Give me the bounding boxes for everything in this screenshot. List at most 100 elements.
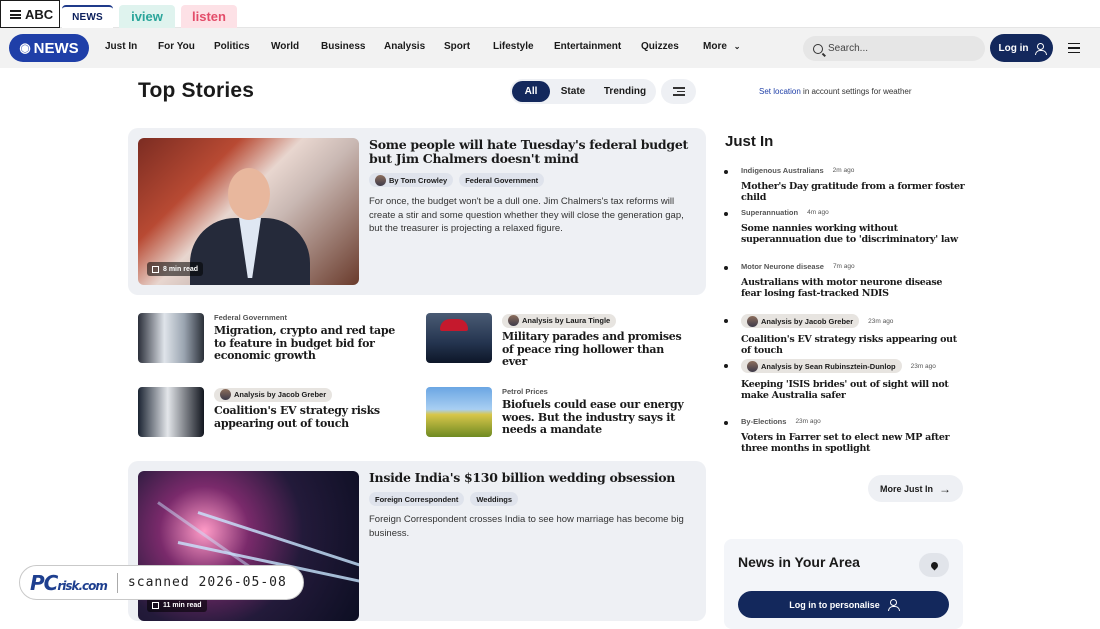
author-avatar <box>747 315 758 327</box>
lead-story-card[interactable]: 8 min read Some people will hate Tuesday… <box>128 128 706 295</box>
nav-item-politics[interactable]: Politics <box>214 41 250 52</box>
story-card[interactable]: Analysis by Laura Tingle Military parade… <box>426 313 696 373</box>
search-icon <box>813 43 823 54</box>
chevron-down-icon: ⌄ <box>733 42 741 51</box>
read-time-text: 8 min read <box>163 265 199 273</box>
person-illustration <box>190 168 310 285</box>
read-time-badge: 8 min read <box>147 262 204 276</box>
set-location-link[interactable]: Set location <box>759 87 801 96</box>
sliders-icon <box>672 87 685 96</box>
search-input[interactable]: Search... <box>803 36 985 61</box>
just-in-headline[interactable]: Some nannies working without superannuat… <box>741 223 965 245</box>
lead-story-title[interactable]: Some people will hate Tuesday's federal … <box>369 138 689 166</box>
story-title[interactable]: Migration, crypto and red tape to featur… <box>214 324 404 363</box>
just-in-time: 23m ago <box>868 317 894 325</box>
nav-item-for-you[interactable]: For You <box>158 41 195 52</box>
story-topic[interactable]: Federal Government <box>214 313 404 322</box>
analysis-pill[interactable]: Analysis by Jacob Greber <box>741 314 860 328</box>
just-in-topic[interactable]: Indigenous Australians <box>741 166 824 175</box>
hamburger-menu-icon[interactable] <box>1068 43 1080 53</box>
just-in-headline[interactable]: Mother's Day gratitude from a former fos… <box>741 181 965 203</box>
filter-state[interactable]: State <box>554 81 592 102</box>
filter-settings-button[interactable] <box>661 79 696 104</box>
nav-item-quizzes[interactable]: Quizzes <box>641 41 679 52</box>
story-title[interactable]: Coalition's EV strategy risks appearing … <box>214 404 404 430</box>
more-just-in-button[interactable]: More Just In → <box>868 475 963 502</box>
just-in-topic[interactable]: By-Elections <box>741 417 786 426</box>
nav-item-world[interactable]: World <box>271 41 299 52</box>
topic-pill[interactable]: Federal Government <box>459 173 545 187</box>
abc-wave-icon: ◉ <box>19 40 31 55</box>
abc-network-bar: ABC NEWS iview listen <box>0 0 1100 28</box>
feature-story-tags: Foreign Correspondent Weddings <box>369 492 519 506</box>
just-in-headline[interactable]: Coalition's EV strategy risks appearing … <box>741 334 965 356</box>
bullet <box>724 170 728 174</box>
story-filter-tabs: All State Trending <box>510 79 656 104</box>
story-card[interactable]: Federal Government Migration, crypto and… <box>138 313 408 373</box>
just-in-headline[interactable]: Australians with motor neurone disease f… <box>741 277 965 299</box>
analysis-pill[interactable]: Analysis by Jacob Greber <box>214 387 333 402</box>
article-icon <box>152 265 159 273</box>
nav-item-analysis[interactable]: Analysis <box>384 41 425 52</box>
bullet <box>724 212 728 216</box>
nav-item-more[interactable]: More ⌄ <box>703 41 740 52</box>
just-in-topic: Analysis by Jacob Greber <box>761 316 854 326</box>
author-name: By Tom Crowley <box>389 175 448 185</box>
nav-item-just-in[interactable]: Just In <box>105 41 137 52</box>
story-title[interactable]: Military parades and promises of peace r… <box>502 330 692 369</box>
just-in-headline[interactable]: Keeping 'ISIS brides' out of sight will … <box>741 379 965 401</box>
filter-all[interactable]: All <box>512 81 550 102</box>
story-thumbnail <box>138 387 204 437</box>
location-note-text: in account settings for weather <box>800 87 912 96</box>
nav-item-entertainment[interactable]: Entertainment <box>554 41 621 52</box>
tab-news[interactable]: NEWS <box>62 5 113 28</box>
login-label: Log in <box>998 42 1029 54</box>
feature-story-title[interactable]: Inside India's $130 billion wedding obse… <box>369 471 689 485</box>
nav-item-business[interactable]: Business <box>321 41 365 52</box>
just-in-headline[interactable]: Voters in Farrer set to elect new MP aft… <box>741 432 965 454</box>
analysis-pill[interactable]: Analysis by Laura Tingle <box>502 313 617 328</box>
abc-logo: ABC <box>25 6 54 22</box>
lead-story-tags: By Tom Crowley Federal Government <box>369 173 545 187</box>
analysis-pill[interactable]: Analysis by Sean Rubinsztein-Dunlop <box>741 359 902 373</box>
story-topic: Analysis by Jacob Greber <box>234 390 327 399</box>
search-placeholder: Search... <box>828 43 869 54</box>
just-in-topic[interactable]: Motor Neurone disease <box>741 262 824 271</box>
login-button[interactable]: Log in <box>990 34 1053 62</box>
story-thumbnail <box>426 313 492 363</box>
location-button[interactable] <box>919 553 949 577</box>
arrow-right-icon: → <box>939 481 951 496</box>
topic-pill[interactable]: Weddings <box>470 492 519 506</box>
topic-pill[interactable]: Foreign Correspondent <box>369 492 465 506</box>
story-topic: Analysis by Laura Tingle <box>522 316 611 325</box>
nav-item-sport[interactable]: Sport <box>444 41 470 52</box>
just-in-time: 23m ago <box>795 418 821 425</box>
just-in-topic[interactable]: Superannuation <box>741 208 798 217</box>
bullet <box>724 364 728 368</box>
tab-iview[interactable]: iview <box>119 5 175 28</box>
filter-trending[interactable]: Trending <box>596 81 654 102</box>
story-card[interactable]: Analysis by Jacob Greber Coalition's EV … <box>138 387 408 447</box>
read-time-text: 11 min read <box>163 601 202 609</box>
story-card[interactable]: Petrol Prices Biofuels could ease our en… <box>426 387 696 447</box>
personalise-login-button[interactable]: Log in to personalise <box>738 591 949 618</box>
bullet <box>724 319 728 323</box>
tab-listen[interactable]: listen <box>181 5 237 28</box>
abc-home-link[interactable]: ABC <box>0 0 60 28</box>
user-icon <box>1034 42 1047 55</box>
more-just-in-label: More Just In <box>879 483 933 494</box>
abc-news-logo[interactable]: ◉ NEWS <box>9 34 89 62</box>
just-in-time: 2m ago <box>832 167 855 174</box>
story-thumbnail <box>426 387 492 437</box>
story-topic[interactable]: Petrol Prices <box>502 387 692 396</box>
nav-item-lifestyle[interactable]: Lifestyle <box>493 41 534 52</box>
author-pill[interactable]: By Tom Crowley <box>369 173 454 187</box>
author-avatar <box>375 174 386 186</box>
just-in-time: 23m ago <box>910 362 936 370</box>
story-title[interactable]: Biofuels could ease our energy woes. But… <box>502 398 692 437</box>
author-avatar <box>747 360 758 372</box>
bullet <box>724 421 728 425</box>
lead-story-summary: For once, the budget won't be a dull one… <box>369 196 684 234</box>
menu-icon <box>10 9 21 19</box>
just-in-time: 4m ago <box>807 209 829 216</box>
